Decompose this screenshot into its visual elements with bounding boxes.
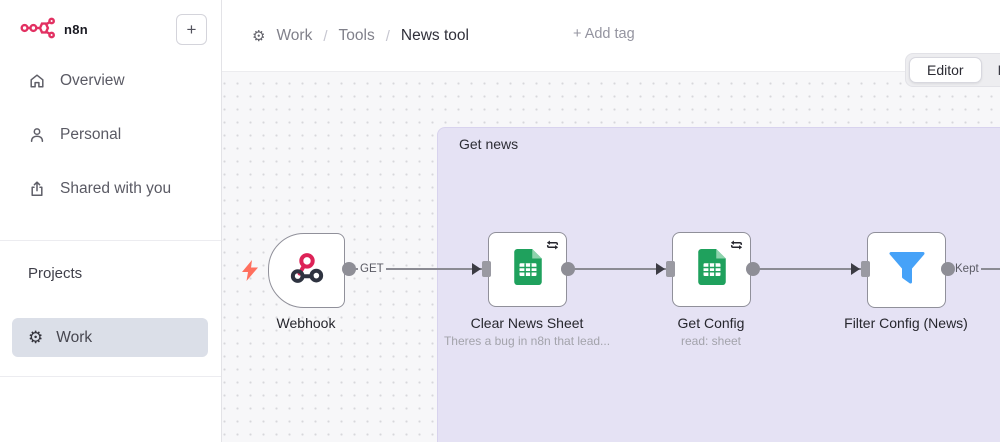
gear-icon: ⚙ bbox=[28, 329, 43, 346]
webhook-output-port[interactable] bbox=[342, 262, 356, 276]
tab-editor[interactable]: Editor bbox=[909, 57, 982, 83]
google-sheets-icon bbox=[514, 249, 542, 290]
edge-arrow-icon bbox=[656, 263, 665, 275]
workflow-canvas[interactable]: Get news GET Kept bbox=[222, 72, 1000, 442]
node-webhook[interactable] bbox=[268, 233, 345, 308]
filter-icon bbox=[888, 251, 926, 290]
node-label-get-config: Get Config bbox=[678, 315, 745, 331]
edge-label-get: GET bbox=[358, 262, 386, 276]
webhook-icon bbox=[288, 249, 326, 292]
edge-clear-to-config bbox=[568, 268, 666, 270]
sidebar-item-shared-with-you[interactable]: Shared with you bbox=[0, 174, 221, 204]
edge-arrow-icon bbox=[851, 263, 860, 275]
sidebar-item-label: Shared with you bbox=[60, 180, 171, 198]
node-label-webhook: Webhook bbox=[277, 315, 336, 331]
sidebar-divider bbox=[0, 240, 221, 241]
sidebar-item-overview[interactable]: Overview bbox=[0, 66, 221, 96]
main-area: ⚙ Work / Tools / News tool + Add tag Edi… bbox=[222, 0, 1000, 442]
node-get-config[interactable] bbox=[672, 232, 751, 307]
google-sheets-icon bbox=[698, 249, 726, 290]
sidebar-nav: Overview Personal Shared with you bbox=[0, 66, 221, 228]
breadcrumb-folder[interactable]: Tools bbox=[339, 27, 375, 45]
tab-executions[interactable]: Executions bbox=[988, 58, 1000, 82]
workflow-title[interactable]: News tool bbox=[401, 27, 469, 45]
edge-label-kept: Kept bbox=[953, 262, 981, 276]
edge-arrow-icon bbox=[472, 263, 481, 275]
breadcrumb-separator: / bbox=[386, 28, 390, 45]
add-tag-button[interactable]: + Add tag bbox=[573, 26, 635, 42]
group-title: Get news bbox=[459, 136, 518, 152]
share-icon bbox=[28, 180, 46, 198]
breadcrumb-separator: / bbox=[323, 28, 327, 45]
projects-heading: Projects bbox=[28, 265, 82, 282]
node-label-clear-news-sheet: Clear News Sheet bbox=[471, 315, 584, 331]
brand-name: n8n bbox=[64, 22, 88, 37]
node-clear-news-sheet[interactable] bbox=[488, 232, 567, 307]
n8n-logo-icon bbox=[20, 14, 56, 45]
sidebar-item-label: Overview bbox=[60, 72, 125, 90]
sidebar-item-label: Personal bbox=[60, 126, 121, 144]
breadcrumb: ⚙ Work / Tools / News tool bbox=[252, 0, 469, 72]
workflow-header: ⚙ Work / Tools / News tool + Add tag bbox=[222, 0, 1000, 72]
filter-output-port[interactable] bbox=[941, 262, 955, 276]
person-icon bbox=[28, 126, 46, 144]
brand: n8n bbox=[20, 14, 88, 45]
node-subtitle-clear-news-sheet: Theres a bug in n8n that lead... bbox=[444, 334, 610, 348]
node-label-filter-config: Filter Config (News) bbox=[844, 315, 968, 331]
sidebar: n8n + Overview Personal bbox=[0, 0, 222, 442]
breadcrumb-project[interactable]: Work bbox=[276, 27, 312, 45]
repeat-icon bbox=[546, 238, 559, 256]
project-item-label: Work bbox=[56, 329, 92, 347]
filter-input-port[interactable] bbox=[861, 261, 870, 277]
trigger-bolt-icon bbox=[242, 260, 259, 286]
sidebar-item-personal[interactable]: Personal bbox=[0, 120, 221, 150]
clear-sheet-output-port[interactable] bbox=[561, 262, 575, 276]
editor-executions-tabs: Editor Executions bbox=[905, 53, 1000, 87]
node-filter-config-news[interactable] bbox=[867, 232, 946, 308]
clear-sheet-input-port[interactable] bbox=[482, 261, 491, 277]
repeat-icon bbox=[730, 238, 743, 256]
home-icon bbox=[28, 72, 46, 90]
get-config-output-port[interactable] bbox=[746, 262, 760, 276]
sidebar-divider bbox=[0, 376, 221, 377]
gear-icon: ⚙ bbox=[252, 29, 265, 44]
node-subtitle-get-config: read: sheet bbox=[681, 334, 741, 348]
new-workflow-button[interactable]: + bbox=[176, 14, 207, 45]
plus-icon: + bbox=[187, 20, 197, 40]
edge-config-to-filter bbox=[753, 268, 861, 270]
sidebar-item-work[interactable]: ⚙ Work bbox=[12, 318, 208, 357]
get-config-input-port[interactable] bbox=[666, 261, 675, 277]
